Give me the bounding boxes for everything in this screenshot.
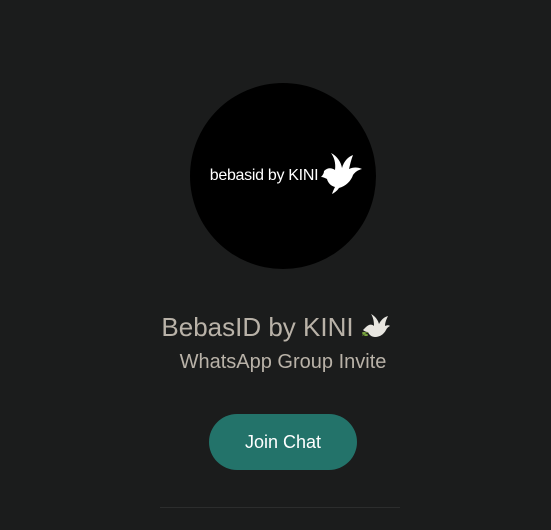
group-name: BebasID by KINI — [161, 312, 354, 342]
dove-with-olive-branch-icon — [361, 314, 390, 337]
invite-subtitle: WhatsApp Group Invite — [179, 351, 387, 373]
avatar-logo: bebasid by KINI — [209, 153, 364, 195]
join-chat-button[interactable]: Join Chat — [209, 414, 357, 470]
group-avatar: bebasid by KINI — [190, 83, 376, 269]
invite-page: bebasid by KINI BebasID by KINI WhatsApp… — [0, 0, 551, 530]
dove-icon — [321, 153, 363, 194]
divider — [160, 507, 400, 508]
group-name-row: BebasID by KINI — [0, 312, 551, 343]
avatar-logo-text: bebasid by KINI — [209, 167, 319, 184]
